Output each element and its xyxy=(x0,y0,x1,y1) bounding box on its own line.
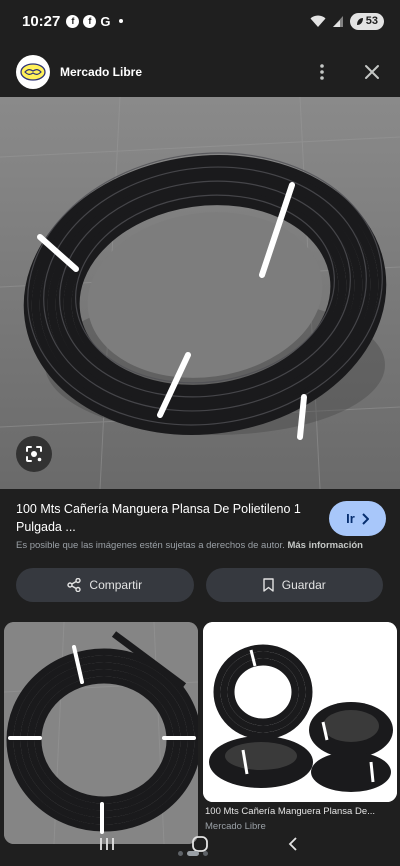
status-bar: 10:27 f f G 53 xyxy=(0,0,400,42)
facebook-icon: f xyxy=(66,14,80,28)
share-button[interactable]: Compartir xyxy=(16,568,194,602)
leaf-icon xyxy=(356,17,363,25)
more-vert-icon[interactable] xyxy=(310,60,334,84)
battery-level: 53 xyxy=(365,15,378,27)
visit-button-label: Ir xyxy=(346,511,355,526)
system-nav-bar xyxy=(0,822,400,866)
action-buttons: Compartir Guardar xyxy=(16,568,383,602)
google-lens-icon[interactable] xyxy=(16,436,52,472)
product-image[interactable] xyxy=(0,97,400,489)
site-name[interactable]: Mercado Libre xyxy=(60,65,142,79)
more-info-link[interactable]: Más información xyxy=(287,540,363,551)
related-result-title[interactable]: 100 Mts Cañería Manguera Plansa De... xyxy=(205,806,397,817)
related-image-card[interactable] xyxy=(203,622,397,802)
related-image-card[interactable] xyxy=(4,622,198,844)
bookmark-icon xyxy=(263,578,274,592)
product-title-row: 100 Mts Cañería Manguera Plansa De Polie… xyxy=(16,500,386,536)
facebook-icon: f xyxy=(83,14,97,28)
back-button[interactable] xyxy=(278,829,308,859)
notification-icons: f f G xyxy=(66,13,123,29)
google-icon: G xyxy=(100,13,111,29)
copyright-notice: Es posible que las imágenes estén sujeta… xyxy=(16,540,363,551)
wifi-icon xyxy=(310,15,326,27)
status-indicators: 53 xyxy=(310,12,384,30)
save-button[interactable]: Guardar xyxy=(205,568,383,602)
recent-apps-icon xyxy=(99,838,114,850)
share-icon xyxy=(67,578,82,592)
mercado-libre-logo[interactable] xyxy=(16,55,50,89)
back-icon xyxy=(289,837,297,851)
signal-icon xyxy=(332,15,343,27)
copyright-text: Es posible que las imágenes estén sujeta… xyxy=(16,540,285,551)
visit-button[interactable]: Ir xyxy=(329,501,386,536)
save-label: Guardar xyxy=(281,578,326,592)
chevron-right-icon xyxy=(362,512,369,525)
share-label: Compartir xyxy=(89,578,143,592)
viewer-header: Mercado Libre xyxy=(0,52,400,92)
recent-apps-button[interactable] xyxy=(92,829,122,859)
more-notifications-dot xyxy=(118,19,123,23)
page-indicator xyxy=(178,851,208,856)
battery-indicator: 53 xyxy=(349,12,384,30)
status-time: 10:27 xyxy=(22,12,61,30)
product-title[interactable]: 100 Mts Cañería Manguera Plansa De Polie… xyxy=(16,500,306,536)
close-icon[interactable] xyxy=(360,60,384,84)
